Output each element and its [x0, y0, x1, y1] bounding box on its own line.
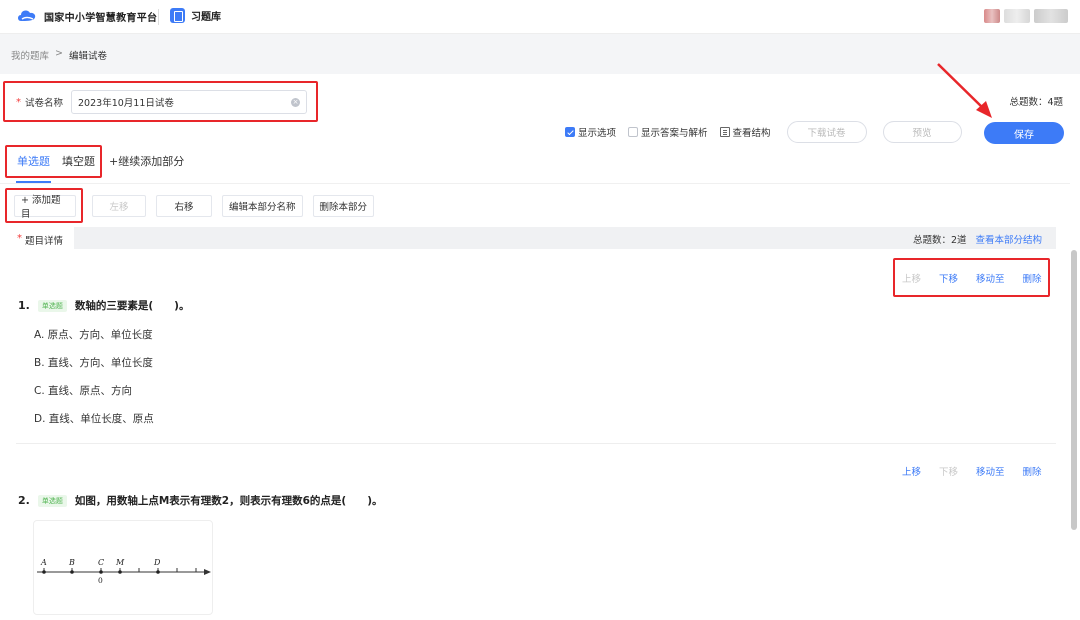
user-profile[interactable] — [984, 9, 1068, 23]
breadcrumb-separator: > — [55, 48, 63, 59]
question-type-badge: 单选题 — [37, 299, 67, 312]
question-stem: 如图，用数轴上点M表示有理数2，则表示有理数6的点是( )。 — [74, 495, 383, 507]
show-options-checkbox[interactable]: 显示选项 — [565, 125, 616, 139]
top-bar: 国家中小学智慧教育平台 习题库 — [0, 0, 1080, 34]
option-a: A. 原点、方向、单位长度 — [34, 329, 153, 341]
move-left-button[interactable]: 左移 — [92, 195, 146, 217]
annotation-arrow — [937, 63, 992, 118]
option-d: D. 直线、单位长度、原点 — [34, 413, 154, 425]
q2-move-down-button[interactable]: 下移 — [939, 464, 958, 478]
required-mark: * — [17, 233, 22, 244]
breadcrumb-bar: 我的题库 > 编辑试卷 — [0, 34, 1080, 74]
avatar[interactable] — [984, 9, 1000, 23]
question-2-title: 2. 单选题 如图，用数轴上点M表示有理数2，则表示有理数6的点是( )。 — [18, 493, 383, 508]
question-divider — [16, 443, 1056, 444]
point-label-a: A — [40, 558, 47, 567]
user-role-blurred — [1034, 9, 1068, 23]
active-tab-indicator — [16, 181, 51, 183]
move-right-button[interactable]: 右移 — [156, 195, 212, 217]
question-stem: 数轴的三要素是( )。 — [74, 300, 190, 312]
breadcrumb-parent[interactable]: 我的题库 — [11, 48, 49, 62]
book-icon — [170, 8, 185, 23]
annotation-box-question-ops — [893, 258, 1050, 297]
view-structure-link[interactable]: 查看结构 — [719, 125, 771, 139]
paper-toolbar: 显示选项 显示答案与解析 查看结构 下载试卷 预览 — [565, 121, 962, 143]
structure-icon — [719, 127, 730, 137]
app-name: 习题库 — [191, 12, 221, 23]
question-type-badge: 单选题 — [37, 494, 67, 507]
checkbox-unchecked-icon — [628, 127, 639, 137]
q2-move-to-button[interactable]: 移动至 — [976, 464, 1005, 478]
paper-total-count: 总题数：4题 — [1009, 97, 1063, 108]
breadcrumb: 我的题库 > 编辑试卷 — [11, 48, 107, 62]
platform-logo[interactable]: 国家中小学智慧教育平台 — [16, 8, 157, 24]
question-1-title: 1. 单选题 数轴的三要素是( )。 — [18, 298, 189, 313]
annotation-box-tabs — [5, 145, 102, 178]
point-label-d: D — [153, 558, 161, 567]
show-options-label: 显示选项 — [578, 128, 617, 139]
question-2-operations: 上移 下移 移动至 删除 — [902, 464, 1042, 478]
platform-title: 国家中小学智慧教育平台 — [44, 12, 158, 24]
annotation-box-add-question — [5, 188, 83, 223]
checkbox-checked-icon — [565, 127, 575, 137]
option-c: C. 直线、原点、方向 — [34, 385, 133, 397]
view-part-structure-link[interactable]: 查看本部分结构 — [975, 232, 1042, 246]
detail-header-bar — [74, 227, 1056, 249]
vertical-scrollbar[interactable] — [1071, 250, 1077, 530]
annotation-box-paper-name — [3, 81, 318, 122]
cloud-logo-icon — [16, 8, 38, 24]
tabs-divider — [0, 183, 1070, 184]
point-label-b: B — [68, 558, 75, 567]
q2-delete-button[interactable]: 删除 — [1023, 464, 1042, 478]
header-divider — [158, 9, 159, 25]
question-number: 1. — [18, 299, 30, 312]
edit-part-name-button[interactable]: 编辑本部分名称 — [222, 195, 303, 217]
breadcrumb-current: 编辑试卷 — [68, 51, 107, 62]
save-button[interactable]: 保存 — [984, 122, 1064, 144]
point-label-m: M — [115, 558, 125, 567]
show-answers-checkbox[interactable]: 显示答案与解析 — [628, 125, 708, 139]
part-question-count: 总题数：2道 — [912, 235, 967, 246]
question-detail-label: 题目详情 — [25, 236, 64, 247]
point-label-c: C — [98, 558, 104, 567]
add-part-button[interactable]: +继续添加部分 — [109, 153, 184, 169]
number-line-figure: A B C M D 0 — [33, 520, 213, 615]
preview-button[interactable]: 预览 — [882, 121, 962, 143]
q2-move-up-button[interactable]: 上移 — [902, 464, 921, 478]
app-link[interactable]: 习题库 — [170, 8, 221, 23]
delete-part-button[interactable]: 删除本部分 — [312, 195, 375, 217]
origin-label: 0 — [98, 576, 103, 585]
user-name-blurred — [1004, 9, 1030, 23]
download-button[interactable]: 下载试卷 — [786, 121, 867, 143]
option-b: B. 直线、方向、单位长度 — [34, 357, 153, 369]
number-line-diagram: A B C M D 0 — [37, 558, 211, 585]
question-detail-title: * 题目详情 — [17, 233, 63, 247]
question-number: 2. — [18, 494, 30, 507]
detail-summary: 总题数：2道 查看本部分结构 — [913, 232, 1042, 246]
view-structure-label: 查看结构 — [732, 128, 771, 139]
show-answers-label: 显示答案与解析 — [641, 128, 708, 139]
